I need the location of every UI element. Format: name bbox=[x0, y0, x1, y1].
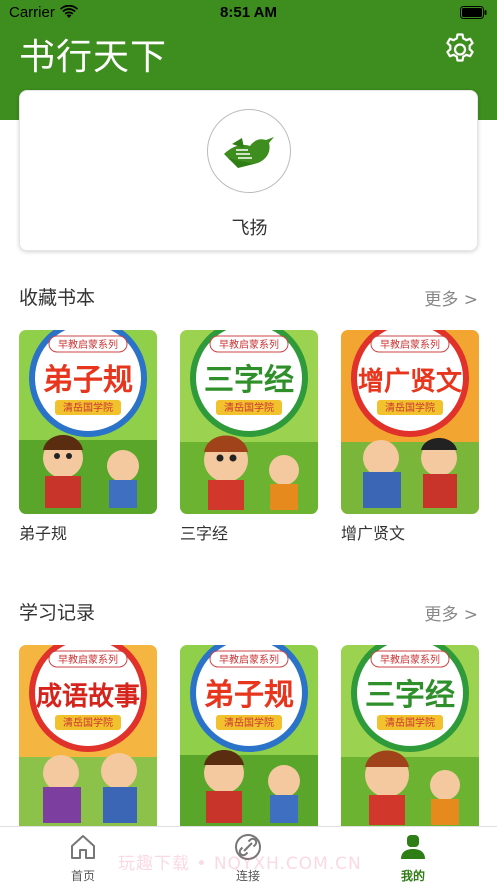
book-publisher-text: 清岳国学院 bbox=[385, 716, 435, 729]
history-title: 学习记录 bbox=[19, 602, 96, 624]
profile-card[interactable]: 飞扬 bbox=[19, 90, 478, 251]
person-icon bbox=[401, 835, 425, 859]
settings-gear-icon[interactable] bbox=[442, 31, 478, 67]
book-cover-title: 增广贤文 bbox=[358, 366, 463, 397]
book-cover[interactable]: 早教启蒙系列 三字经 清岳国学院 bbox=[180, 330, 318, 514]
favorites-title: 收藏书本 bbox=[19, 287, 96, 309]
book-series-text: 早教启蒙系列 bbox=[219, 653, 279, 666]
book-cover[interactable]: 早教启蒙系列 弟子规 清岳国学院 bbox=[19, 330, 157, 514]
favorite-book-1[interactable]: 早教启蒙系列 弟子规 清岳国学院 弟子规 bbox=[19, 330, 157, 544]
book-title: 三字经 bbox=[180, 524, 229, 543]
book-publisher-text: 清岳国学院 bbox=[224, 716, 274, 729]
tab-label: 我的 bbox=[400, 869, 425, 883]
username: 飞扬 bbox=[231, 218, 268, 239]
book-publisher-text: 清岳国学院 bbox=[63, 401, 113, 414]
book-cover[interactable]: 早教启蒙系列 弟子规 清岳国学院 bbox=[180, 645, 318, 826]
app-title: 书行天下 bbox=[19, 37, 168, 78]
book-cover[interactable]: 早教启蒙系列 三字经 清岳国学院 bbox=[341, 645, 479, 826]
status-bar: Carrier 8:51 AM bbox=[0, 0, 497, 26]
book-title: 增广贤文 bbox=[341, 524, 406, 543]
history-book-3[interactable]: 早教启蒙系列 三字经 清岳国学院 bbox=[341, 645, 479, 826]
history-more-link[interactable]: 更多 > bbox=[424, 600, 478, 625]
book-publisher-text: 清岳国学院 bbox=[224, 401, 274, 414]
book-publisher-text: 清岳国学院 bbox=[63, 716, 113, 729]
avatar[interactable] bbox=[207, 109, 291, 193]
book-series-text: 早教启蒙系列 bbox=[219, 338, 279, 351]
favorites-more-link[interactable]: 更多 > bbox=[424, 285, 478, 310]
favorite-book-3[interactable]: 早教启蒙系列 增广贤文 清岳国学院 增广贤文 bbox=[341, 330, 479, 544]
book-cover[interactable]: 早教启蒙系列 成语故事 清岳国学院 bbox=[19, 645, 157, 826]
book-cover-title: 三字经 bbox=[204, 363, 294, 398]
book-publisher-text: 清岳国学院 bbox=[385, 401, 435, 414]
book-cover-title: 三字经 bbox=[365, 678, 455, 713]
book-series-text: 早教启蒙系列 bbox=[380, 338, 440, 351]
book-cover[interactable]: 早教启蒙系列 增广贤文 清岳国学院 bbox=[341, 330, 479, 514]
book-series-text: 早教启蒙系列 bbox=[58, 653, 118, 666]
status-time: 8:51 AM bbox=[220, 4, 277, 21]
book-cover-title: 弟子规 bbox=[204, 678, 294, 713]
watermark-text: 玩趣下载 • NQYXH.COM.CN bbox=[118, 854, 362, 874]
history-book-1[interactable]: 早教启蒙系列 成语故事 清岳国学院 bbox=[19, 645, 157, 826]
book-cover-title: 成语故事 bbox=[36, 682, 140, 712]
book-cover-title: 弟子规 bbox=[43, 363, 133, 398]
book-series-text: 早教启蒙系列 bbox=[58, 338, 118, 351]
book-title: 弟子规 bbox=[19, 524, 68, 543]
tab-mine[interactable]: 我的 bbox=[363, 827, 463, 883]
battery-icon bbox=[460, 6, 487, 19]
bird-book-logo-icon bbox=[224, 137, 274, 168]
book-series-text: 早教启蒙系列 bbox=[380, 653, 440, 666]
home-icon bbox=[71, 835, 95, 859]
favorite-book-2[interactable]: 早教启蒙系列 三字经 清岳国学院 三字经 bbox=[180, 330, 318, 544]
history-book-2[interactable]: 早教启蒙系列 弟子规 清岳国学院 bbox=[180, 645, 318, 826]
